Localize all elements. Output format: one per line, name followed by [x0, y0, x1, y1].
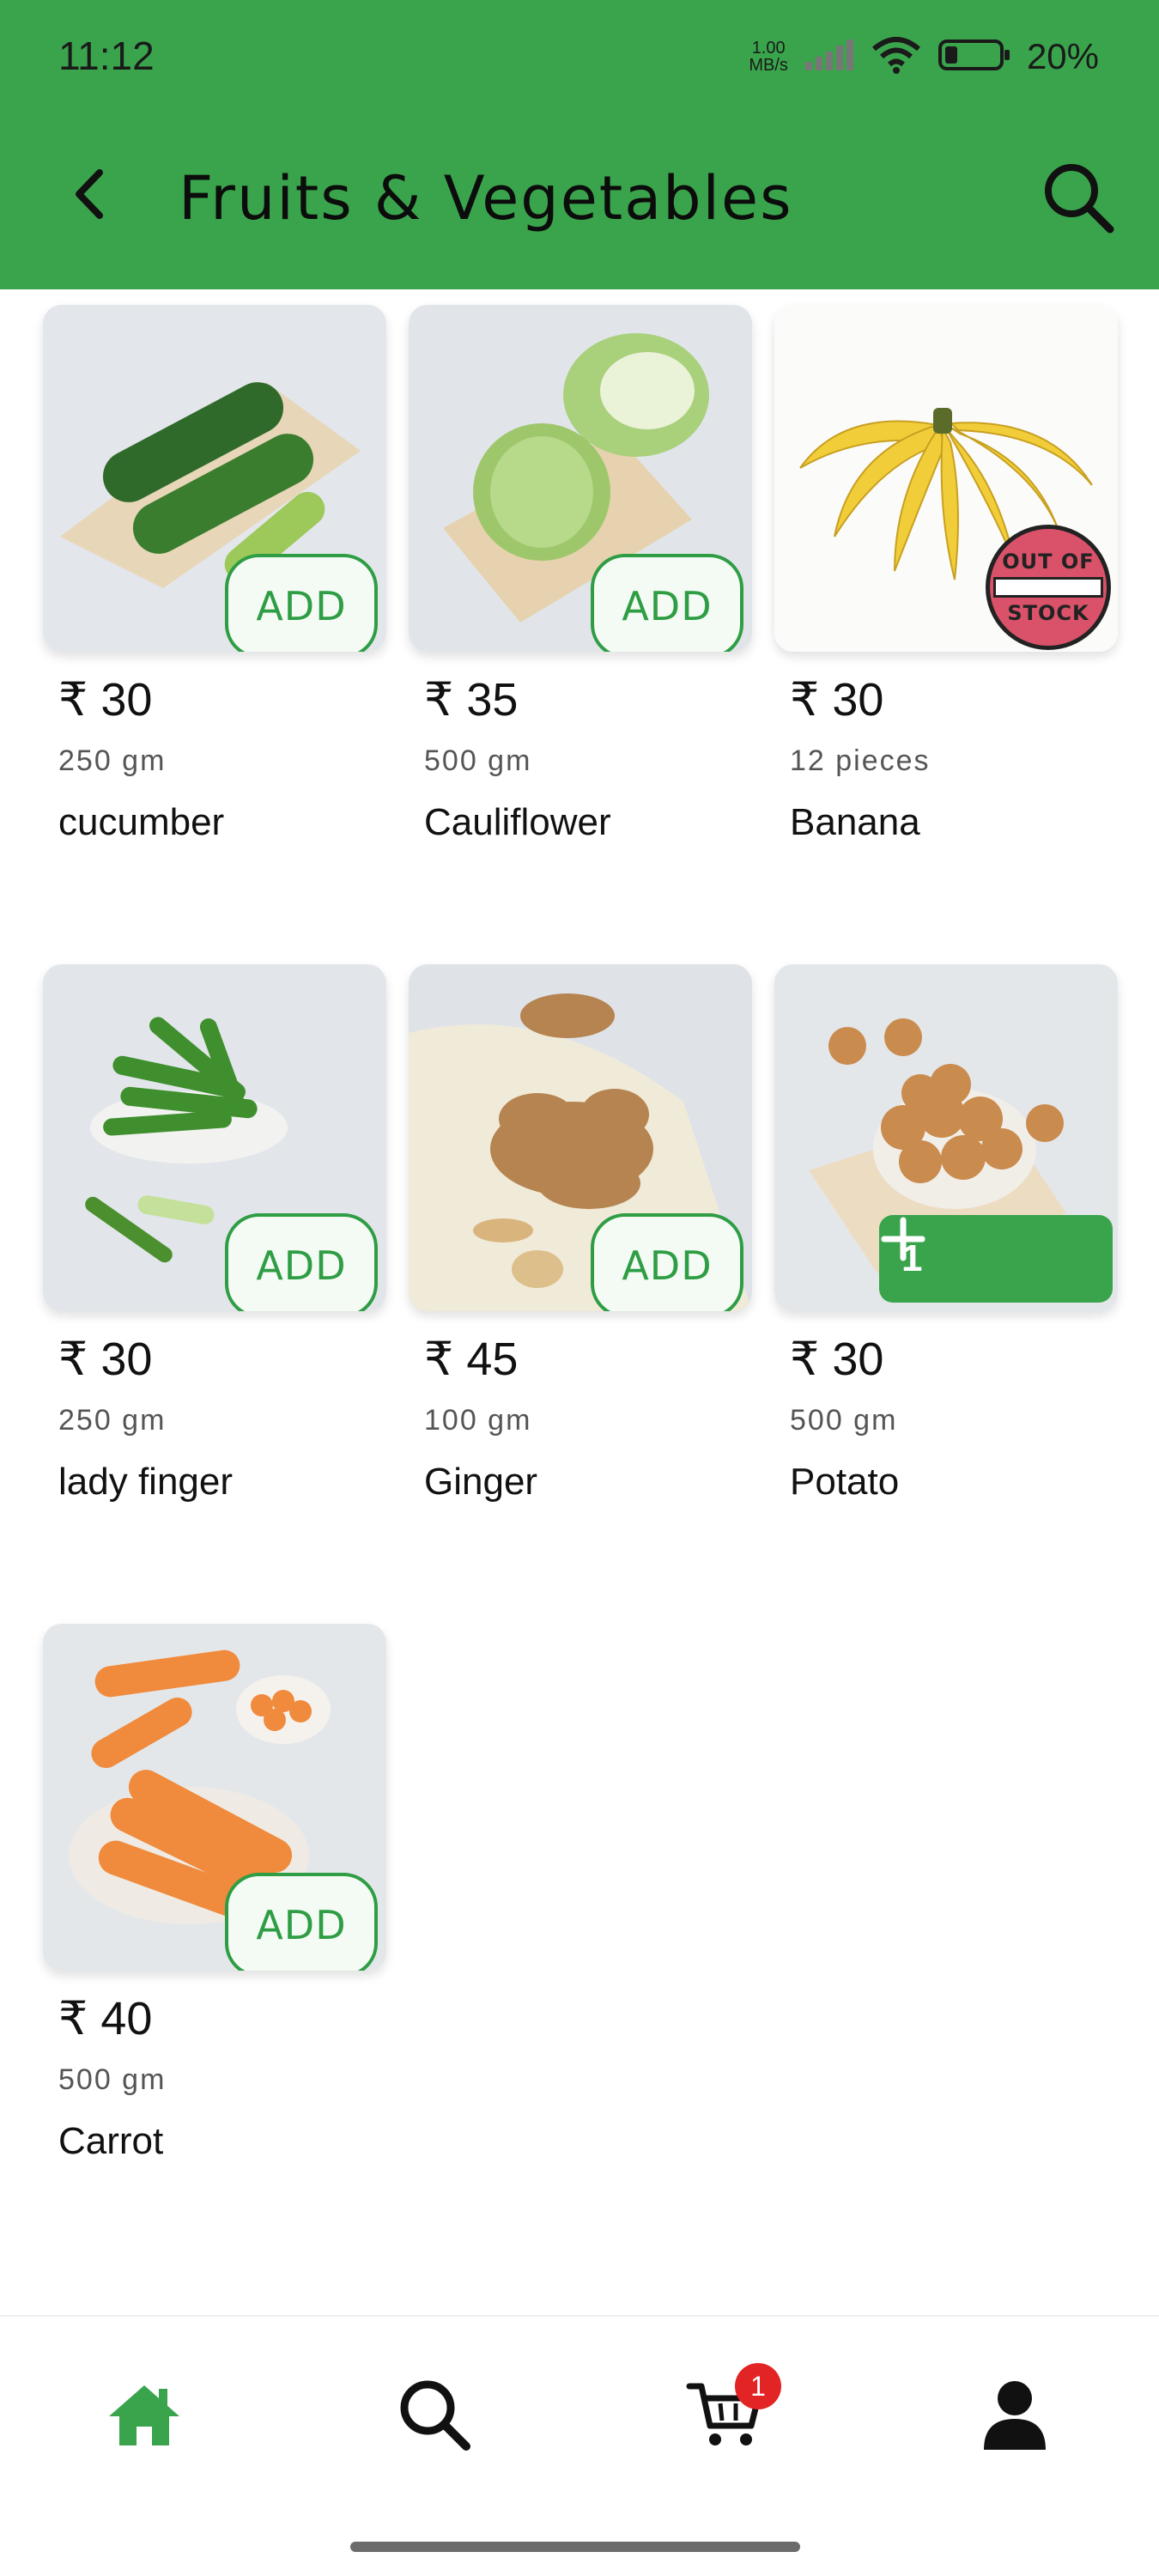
product-image-ginger: ADD [409, 964, 752, 1311]
product-price: ₹ 30 [58, 1334, 153, 1385]
profile-icon [984, 2381, 1046, 2450]
home-indicator[interactable] [350, 2542, 800, 2552]
status-time: 11:12 [58, 33, 155, 78]
product-card-cauliflower[interactable]: ADD ₹ 35 500 gm Cauliflower [409, 289, 752, 925]
product-image-cauliflower: ADD [409, 305, 752, 652]
net-speed: 1.00 MB/s [749, 39, 788, 74]
product-name: Potato [790, 1461, 900, 1503]
nav-profile[interactable] [963, 2363, 1066, 2466]
product-quantity: 12 pieces [790, 744, 931, 777]
product-price: ₹ 45 [424, 1334, 519, 1385]
search-icon [400, 2380, 470, 2451]
product-price: ₹ 30 [790, 1334, 884, 1385]
page-title: Fruits & Vegetables [179, 163, 793, 234]
product-quantity: 100 gm [424, 1404, 532, 1437]
product-card-lady-finger[interactable]: ADD ₹ 30 250 gm lady finger [43, 949, 386, 1584]
product-name: lady finger [58, 1461, 234, 1503]
product-name: Banana [790, 801, 920, 843]
stamp-text-top: OUT OF [1002, 550, 1095, 574]
search-icon [1045, 164, 1114, 234]
net-speed-value: 1.00 [751, 39, 786, 58]
product-image-lady-finger: ADD [43, 964, 386, 1311]
battery-icon [938, 38, 1011, 76]
product-quantity: 250 gm [58, 744, 167, 777]
add-button[interactable]: ADD [591, 1213, 743, 1311]
search-button[interactable] [1035, 155, 1121, 240]
stamp-bar [993, 577, 1103, 598]
status-bar: 11:12 1.00 MB/s 20% [0, 0, 1159, 110]
product-price: ₹ 40 [58, 1993, 153, 2044]
product-card-cucumber[interactable]: ADD ₹ 30 250 gm cucumber [43, 289, 386, 925]
wifi-icon [871, 35, 922, 79]
back-button[interactable] [55, 160, 124, 228]
product-image-cucumber: ADD [43, 305, 386, 652]
cart-badge: 1 [735, 2363, 781, 2409]
net-speed-unit: MB/s [749, 56, 788, 75]
bottom-navigation: 1 [0, 2315, 1159, 2576]
out-of-stock-stamp: OUT OF STOCK [986, 525, 1111, 650]
product-image-banana: OUT OF STOCK [774, 305, 1118, 652]
status-icons: 1.00 MB/s 20% [749, 31, 1099, 82]
product-quantity: 500 gm [424, 744, 532, 777]
product-card-ginger[interactable]: ADD ₹ 45 100 gm Ginger [409, 949, 752, 1584]
stamp-text-bottom: STOCK [1007, 601, 1089, 625]
battery-percent: 20% [1026, 36, 1099, 76]
product-price: ₹ 30 [58, 674, 153, 726]
quantity-stepper[interactable]: 1 [879, 1215, 1113, 1303]
product-quantity: 500 gm [58, 2063, 167, 2096]
add-button[interactable]: ADD [225, 554, 378, 652]
product-card-potato[interactable]: 1 ₹ 30 500 gm Potato [774, 949, 1118, 1584]
product-card-carrot[interactable]: ADD ₹ 40 500 gm Carrot [43, 1608, 386, 2244]
nav-cart[interactable]: 1 [673, 2363, 781, 2466]
product-name: cucumber [58, 801, 225, 843]
product-name: Ginger [424, 1461, 538, 1503]
add-button[interactable]: ADD [225, 1213, 378, 1311]
product-card-banana[interactable]: OUT OF STOCK ₹ 30 12 pieces Banana [774, 289, 1118, 925]
home-icon [109, 2385, 179, 2445]
add-button[interactable]: ADD [591, 554, 743, 652]
product-price: ₹ 30 [790, 674, 884, 726]
nav-search[interactable] [383, 2363, 486, 2466]
product-image-carrot: ADD [43, 1624, 386, 1971]
plus-icon[interactable] [879, 1215, 927, 1263]
chevron-left-icon [76, 169, 103, 219]
app-bar: 11:12 1.00 MB/s 20% Fruits & Vegetables [0, 0, 1159, 289]
product-image-potato: 1 [774, 964, 1118, 1311]
signal-icon [804, 38, 855, 76]
product-name: Carrot [58, 2120, 164, 2162]
product-quantity: 250 gm [58, 1404, 167, 1437]
product-name: Cauliflower [424, 801, 611, 843]
add-button[interactable]: ADD [225, 1873, 378, 1971]
page-header: Fruits & Vegetables [0, 129, 1159, 266]
product-quantity: 500 gm [790, 1404, 898, 1437]
nav-home[interactable] [93, 2363, 196, 2466]
product-price: ₹ 35 [424, 674, 519, 726]
